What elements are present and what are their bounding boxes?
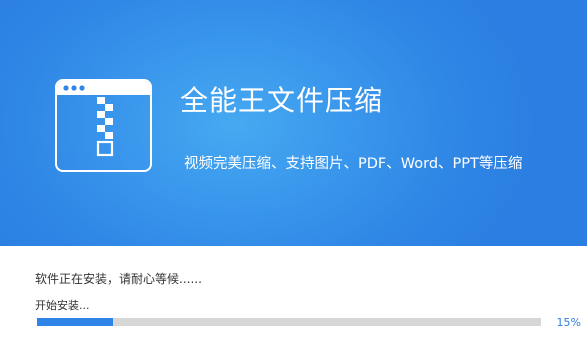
progress-bar-fill: [37, 318, 113, 326]
install-status-message: 软件正在安装，请耐心等候......: [35, 272, 202, 286]
app-tagline: 视频完美压缩、支持图片、PDF、Word、PPT等压缩: [184, 156, 523, 172]
app-title: 全能王文件压缩: [180, 84, 384, 117]
progress-label: 开始安装...: [35, 299, 90, 312]
progress-bar: [37, 318, 541, 326]
installer-window: 全能王文件压缩 视频完美压缩、支持图片、PDF、Word、PPT等压缩 软件正在…: [0, 0, 587, 361]
zip-file-window-icon: [55, 79, 152, 172]
progress-percent: 15%: [556, 316, 581, 329]
header-banner: 全能王文件压缩 视频完美压缩、支持图片、PDF、Word、PPT等压缩: [0, 0, 587, 246]
